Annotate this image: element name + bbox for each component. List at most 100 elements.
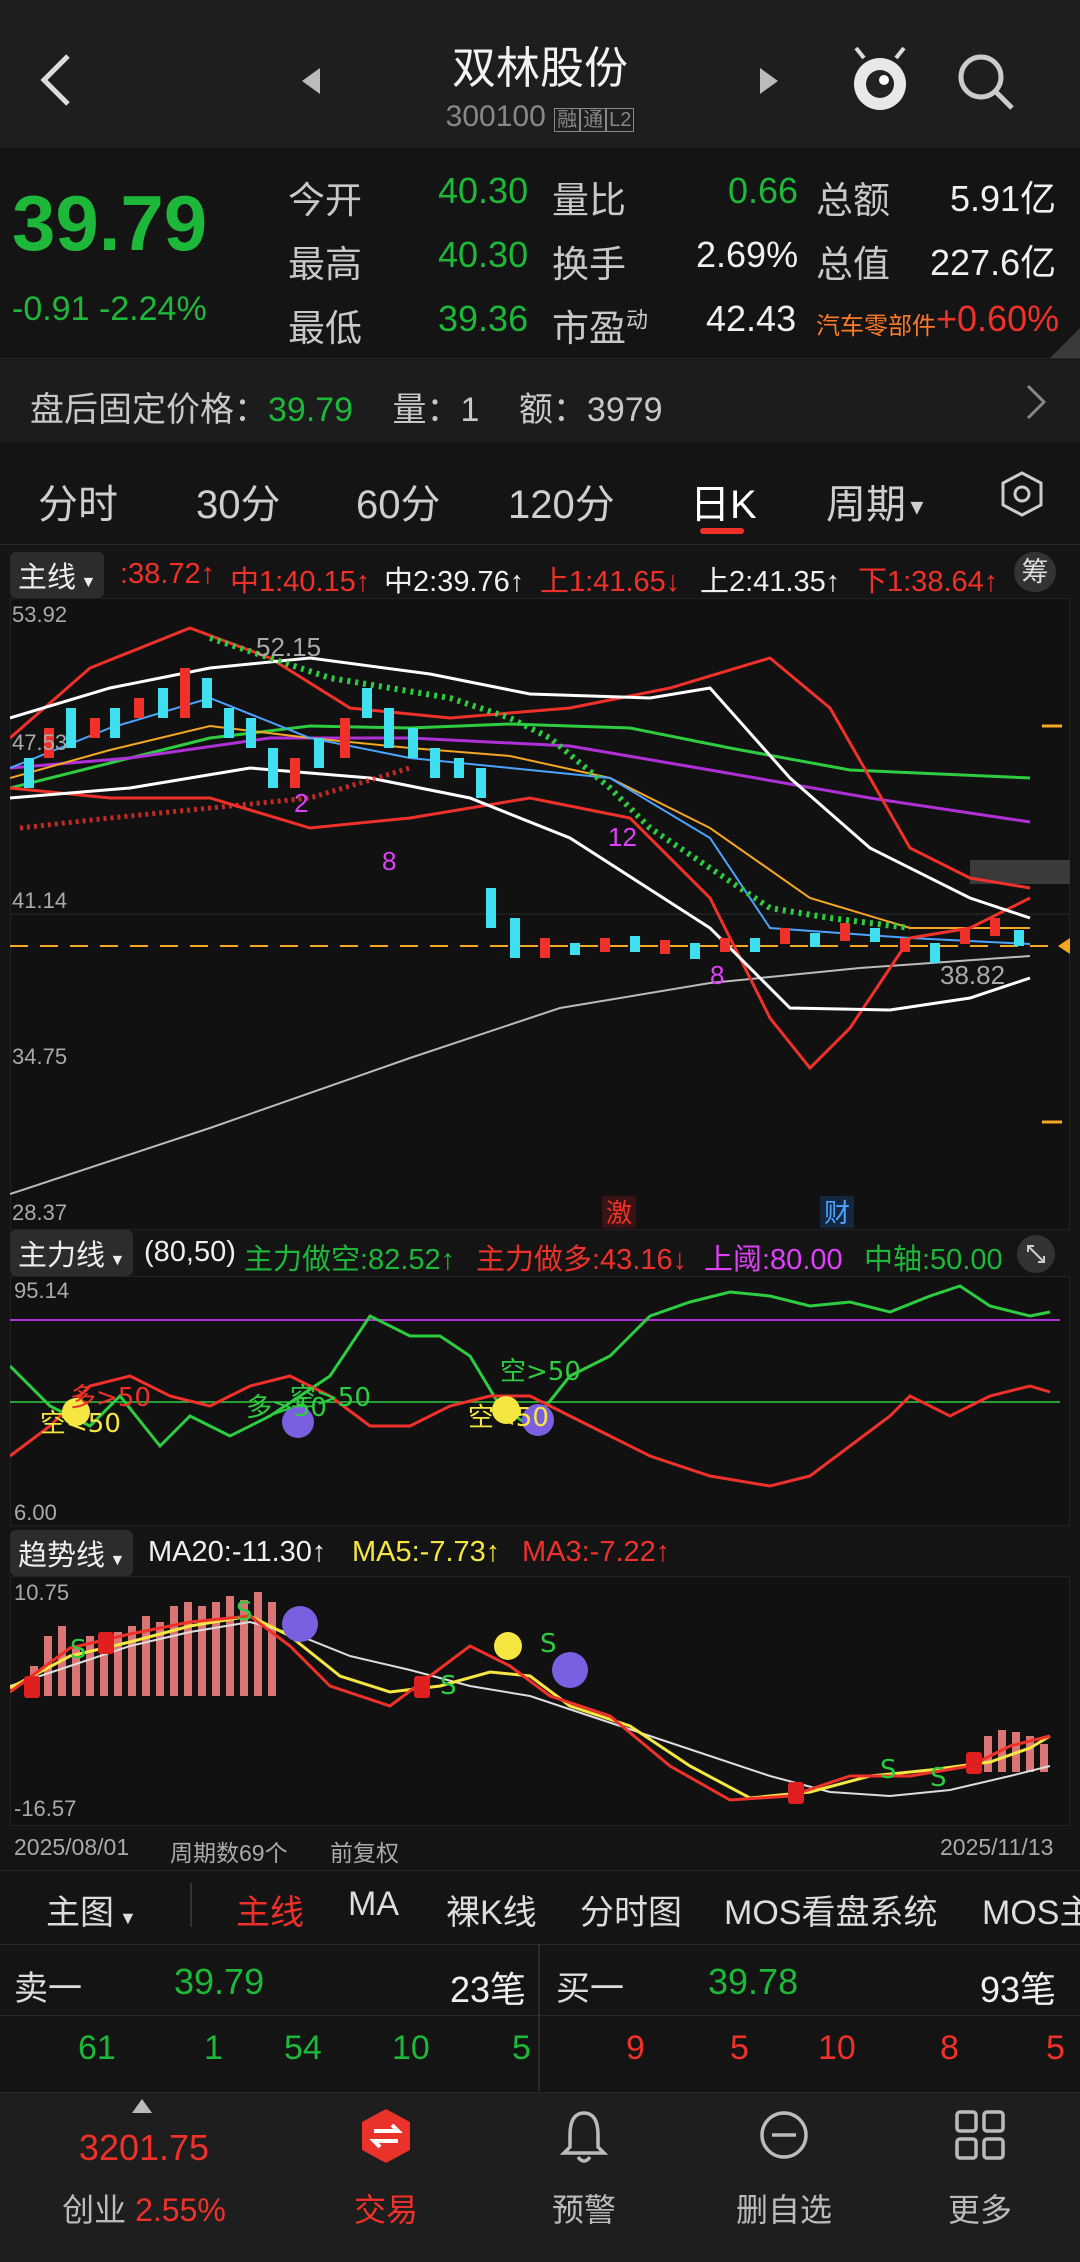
prev-stock-icon[interactable] xyxy=(300,66,322,96)
sell-queue-4: 10 xyxy=(392,2029,430,2067)
main-force-chart[interactable]: 95.14 6.00 多>50 空<50 多>50 空>50 空>50 空<50 xyxy=(10,1276,1070,1526)
trend-chart[interactable]: 10.75 -16.57 S S S S S S xyxy=(10,1576,1070,1826)
indicator-tab-ma[interactable]: MA xyxy=(348,1885,399,1924)
y-label-4: 34.75 xyxy=(12,1044,67,1069)
vol-ratio-value: 0.66 xyxy=(728,170,799,211)
open-label: 今开 xyxy=(288,180,362,221)
after-hours-amt: 3979 xyxy=(586,391,663,429)
indicator-tab-timeshare[interactable]: 分时图 xyxy=(580,1885,682,1934)
nav-trade-label: 交易 xyxy=(353,2192,418,2228)
current-price: 39.79 xyxy=(12,179,208,267)
y-label-top: 53.92 xyxy=(12,602,67,627)
caret-up-icon xyxy=(132,2099,152,2113)
count-label-4: 8 xyxy=(710,960,724,990)
mf-label-2: 空<50 xyxy=(40,1409,121,1439)
mascot-icon[interactable] xyxy=(848,44,912,114)
caret-down-icon: ▼ xyxy=(76,574,97,591)
tab-timeshare[interactable]: 分时 xyxy=(38,472,118,530)
settings-hexagon-icon[interactable] xyxy=(998,470,1046,518)
main-indicator-row: 主线 ▼ :38.72↑ 中1:40.15↑ 中2:39.76↑ 上1:41.6… xyxy=(0,552,1080,598)
count-label-2: 8 xyxy=(382,846,396,876)
caret-down-icon: ▼ xyxy=(906,494,928,520)
order-book-divider xyxy=(538,1945,540,2091)
after-hours-info: 盘后固定价格：39.79 量：1 额：3979 xyxy=(30,382,663,431)
mf-y-top: 95.14 xyxy=(14,1278,69,1303)
main-force-params: (80,50) xyxy=(144,1236,236,1268)
sector-name[interactable]: 汽车零部件 xyxy=(816,306,936,341)
back-icon[interactable] xyxy=(36,52,76,108)
turnover-value: 2.69% xyxy=(696,234,799,275)
indicator-mid1: 中1:40.15↑ xyxy=(230,566,371,598)
minus-circle-icon xyxy=(760,2111,808,2159)
indicator-tab-bare-k[interactable]: 裸K线 xyxy=(446,1885,537,1934)
main-force-long: 主力做多:43.16↓ xyxy=(476,1244,688,1276)
chevron-right-icon xyxy=(1026,384,1047,420)
y-label-2: 47.53 xyxy=(12,730,67,755)
after-hours-bar[interactable]: 盘后固定价格：39.79 量：1 额：3979 xyxy=(0,360,1080,442)
mktcap-value: 227.6亿 xyxy=(930,242,1057,283)
y-label-3: 41.14 xyxy=(12,888,67,913)
sell1-label: 卖一 xyxy=(14,1970,82,2008)
main-kline-chart[interactable]: 53.92 47.53 41.14 34.75 28.37 52.15 38.8… xyxy=(10,598,1070,1230)
buy-queue-4: 8 xyxy=(940,2029,959,2067)
indicator-down1: 下1:38.64↑ xyxy=(858,566,999,598)
next-stock-icon[interactable] xyxy=(758,66,780,96)
svg-text:S: S xyxy=(930,1763,947,1793)
tab-period-dropdown[interactable]: 周期▼ xyxy=(826,472,928,530)
indicator-tab-main-line[interactable]: 主线 xyxy=(236,1885,304,1934)
indicator-tab-mos-system[interactable]: MOS看盘系统 xyxy=(724,1885,937,1934)
order-book: 卖一 39.79 23笔 买一 39.78 93笔 61 1 54 10 5 9… xyxy=(0,1944,1080,2091)
pe-value: 42.43 xyxy=(706,298,797,339)
main-force-upper: 上阈:80.00 xyxy=(704,1244,843,1276)
tab-60min[interactable]: 60分 xyxy=(356,472,441,530)
sell-queue-5: 5 xyxy=(512,2029,531,2067)
event-tag-finance[interactable]: 财 xyxy=(824,1199,850,1229)
high-label: 最高 xyxy=(288,244,362,285)
stock-code: 300100 xyxy=(445,100,546,133)
main-graph-dropdown[interactable]: 主图 ▼ xyxy=(46,1885,137,1934)
main-graph-label: 主图 xyxy=(46,1894,114,1932)
svg-text:S: S xyxy=(236,1597,253,1627)
adjust-mode[interactable]: 前复权 xyxy=(330,1834,399,1868)
active-tab-indicator xyxy=(700,528,744,534)
nav-alert-label: 预警 xyxy=(551,2192,616,2228)
tab-120min[interactable]: 120分 xyxy=(508,472,615,530)
main-force-selector[interactable]: 主力线 ▼ xyxy=(10,1230,134,1276)
buy-queue-1: 9 xyxy=(626,2029,645,2067)
after-hours-price: 39.79 xyxy=(268,391,354,429)
trend-selector-label: 趋势线 xyxy=(18,1540,106,1572)
sell-queue-2: 1 xyxy=(204,2029,223,2067)
indicator-tab-mos-main[interactable]: MOS主 xyxy=(982,1885,1080,1934)
mf-y-bottom: 6.00 xyxy=(14,1500,57,1525)
after-hours-vol-label: 量： xyxy=(392,391,461,429)
stock-name: 双林股份 xyxy=(452,44,628,93)
pe-label: 市盈动 xyxy=(552,298,648,352)
turnover-label: 换手 xyxy=(552,244,626,285)
count-label-3: 12 xyxy=(608,822,637,852)
indicator-up2: 上2:41.35↑ xyxy=(700,566,841,598)
after-hours-label: 盘后固定价格： xyxy=(30,391,268,429)
date-start: 2025/08/01 xyxy=(14,1834,130,1860)
tab-daily-k[interactable]: 日K xyxy=(690,472,757,530)
sell-queue-1: 61 xyxy=(78,2029,116,2067)
chip-distribution-button[interactable]: 筹 xyxy=(1014,552,1056,592)
trend-ma3: MA3:-7.22↑ xyxy=(522,1536,671,1568)
svg-text:S: S xyxy=(880,1755,897,1785)
nav-remove-label: 删自选 xyxy=(735,2192,832,2228)
sell-queue-3: 54 xyxy=(284,2029,322,2067)
trend-y-top: 10.75 xyxy=(14,1580,69,1605)
corner-fold-icon xyxy=(1050,328,1080,358)
grid-icon xyxy=(955,2110,1005,2160)
expand-icon[interactable] xyxy=(1016,1234,1056,1274)
buy-queue-5: 5 xyxy=(1046,2029,1065,2067)
tab-30min[interactable]: 30分 xyxy=(196,472,281,530)
event-tag-incentive[interactable]: 激 xyxy=(606,1199,632,1229)
y-label-bottom: 28.37 xyxy=(12,1200,67,1225)
sector-change: +0.60% xyxy=(936,298,1060,339)
trend-selector[interactable]: 趋势线 ▼ xyxy=(10,1530,134,1576)
badge-l2: L2 xyxy=(606,108,635,132)
main-line-selector[interactable]: 主线 ▼ xyxy=(10,552,105,598)
indicator-a: :38.72↑ xyxy=(120,558,216,590)
buy-queue-2: 5 xyxy=(730,2029,749,2067)
search-icon[interactable] xyxy=(956,52,1016,112)
